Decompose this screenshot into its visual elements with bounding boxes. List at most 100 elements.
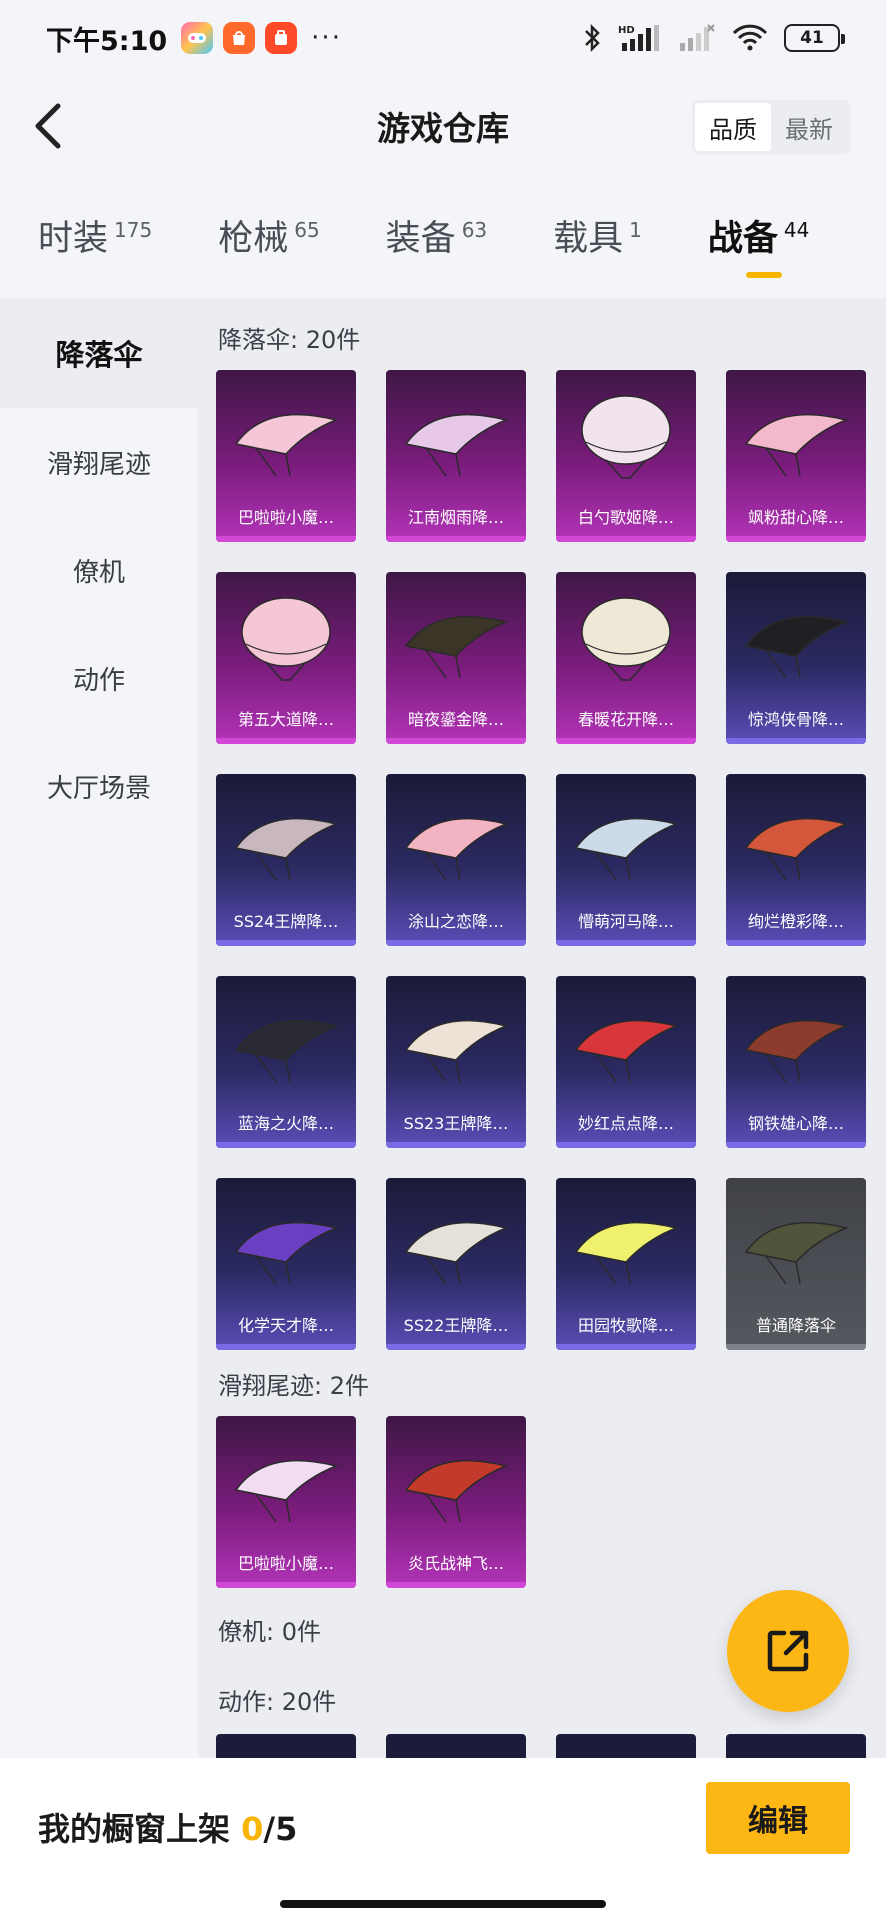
parachute-card[interactable]: 涂山之恋降… (386, 774, 526, 946)
showcase-total: /5 (263, 1810, 298, 1848)
tab-fashion[interactable]: 时装 175 (38, 200, 152, 280)
parachute-card[interactable]: 妙红点点降… (556, 976, 696, 1148)
parachute-thumbnail-icon (404, 413, 509, 477)
parachute-card-name: 绚烂橙彩降… (747, 912, 844, 931)
parachute-thumbnail-icon (574, 1221, 679, 1285)
emote-card[interactable] (726, 1734, 866, 1760)
category-tabs: 时装 175 枪械 65 装备 63 载具 1 战备 44 (0, 200, 886, 296)
parachute-card-name: 钢铁雄心降… (747, 1114, 844, 1133)
more-notifications-icon: ··· (311, 23, 342, 53)
parachute-card[interactable]: 飒粉甜心降… (726, 370, 866, 542)
parachute-card-name: 田园牧歌降… (577, 1316, 674, 1335)
app-root: 下午5:10 ··· HD 41 游戏仓库 品质 最新 时装 175 枪械 65… (0, 0, 886, 1920)
share-icon (767, 1630, 809, 1672)
signal-weak-icon (680, 24, 715, 51)
status-bar: 下午5:10 ··· HD 41 (0, 0, 886, 76)
parachute-thumbnail-icon (581, 395, 671, 479)
emote-card[interactable] (216, 1734, 356, 1760)
parachute-card[interactable]: 江南烟雨降… (386, 370, 526, 542)
parachute-card-name: 涂山之恋降… (407, 912, 504, 931)
sidebar-item-wingman[interactable]: 僚机 (0, 516, 198, 624)
parachute-card[interactable]: 巴啦啦小魔… (216, 370, 356, 542)
tab-battle-gear[interactable]: 战备 44 (708, 200, 809, 280)
parachute-card[interactable]: 白勺歌姬降… (556, 370, 696, 542)
section-title-parachute: 降落伞: 20件 (218, 326, 361, 354)
parachute-thumbnail-icon (404, 615, 509, 679)
parachute-thumbnail-icon (404, 1221, 509, 1285)
parachute-card-name: SS24王牌降… (233, 912, 339, 931)
sidebar-item-parachute[interactable]: 降落伞 (0, 298, 198, 408)
tab-vehicles[interactable]: 载具 1 (553, 200, 642, 280)
parachute-card[interactable]: SS23王牌降… (386, 976, 526, 1148)
glide-trail-grid: 巴啦啦小魔… 炎氏战神飞… (216, 1416, 866, 1588)
home-indicator[interactable] (280, 1900, 606, 1908)
parachute-card[interactable]: 第五大道降… (216, 572, 356, 744)
parachute-card[interactable]: 钢铁雄心降… (726, 976, 866, 1148)
parachute-card[interactable]: SS24王牌降… (216, 774, 356, 946)
sidebar-item-emote[interactable]: 动作 (0, 624, 198, 732)
parachute-thumbnail-icon (744, 1221, 849, 1285)
parachute-card[interactable]: 蓝海之火降… (216, 976, 356, 1148)
sidebar-item-lobby-scene[interactable]: 大厅场景 (0, 732, 198, 840)
parachute-thumbnail-icon (744, 1019, 849, 1083)
tab-count: 1 (629, 218, 642, 242)
parachute-thumbnail-icon (574, 817, 679, 881)
sidebar-item-glide-trail[interactable]: 滑翔尾迹 (0, 408, 198, 516)
parachute-card[interactable]: SS22王牌降… (386, 1178, 526, 1350)
bluetooth-icon (585, 23, 600, 53)
parachute-card[interactable]: 春暖花开降… (556, 572, 696, 744)
tab-label: 装备 (385, 219, 456, 259)
active-tab-indicator (745, 272, 782, 278)
emote-card[interactable] (386, 1734, 526, 1760)
parachute-thumbnail-icon (574, 1019, 679, 1083)
emote-grid (216, 1734, 866, 1760)
parachute-card-name: SS22王牌降… (403, 1316, 509, 1335)
parachute-card-name: 妙红点点降… (577, 1114, 674, 1133)
parachute-card-name: 惊鸿侠骨降… (747, 710, 844, 729)
status-right: HD 41 (582, 23, 845, 53)
parachute-card-name: 暗夜鎏金降… (407, 710, 504, 729)
glide-trail-card-name: 炎氏战神飞… (407, 1554, 504, 1573)
parachute-thumbnail-icon (234, 817, 339, 881)
parachute-thumbnail-icon (744, 615, 849, 679)
tab-label: 战备 (707, 219, 778, 259)
status-app-icons (181, 22, 298, 54)
sort-toggle: 品质 最新 (692, 100, 850, 154)
parachute-card-name: 化学天才降… (237, 1316, 334, 1335)
parachute-thumbnail-icon (744, 413, 849, 477)
back-button[interactable] (20, 98, 76, 154)
parachute-card[interactable]: 普通降落伞 (726, 1178, 866, 1350)
tab-weapons[interactable]: 枪械 65 (218, 200, 319, 280)
tab-label: 枪械 (218, 219, 289, 259)
status-time: 下午5:10 (46, 25, 168, 57)
store-app-icon (265, 22, 298, 54)
tab-equipment[interactable]: 装备 63 (386, 200, 487, 280)
parachute-card-name: 白勺歌姬降… (577, 508, 674, 527)
sort-option-latest[interactable]: 最新 (771, 103, 847, 151)
tab-count: 63 (461, 218, 488, 242)
parachute-thumbnail-icon (581, 597, 671, 681)
bottom-bar: 我的橱窗上架 0/5 编辑 (0, 1758, 886, 1920)
parachute-card[interactable]: 化学天才降… (216, 1178, 356, 1350)
glide-trail-card[interactable]: 炎氏战神飞… (386, 1416, 526, 1588)
parachute-thumbnail-icon (241, 597, 331, 681)
parachute-thumbnail-icon (234, 413, 339, 477)
parachute-card-name: SS23王牌降… (403, 1114, 509, 1133)
edit-button[interactable]: 编辑 (706, 1782, 850, 1854)
parachute-card-name: 蓝海之火降… (237, 1114, 334, 1133)
parachute-card[interactable]: 田园牧歌降… (556, 1178, 696, 1350)
parachute-card[interactable]: 懵萌河马降… (556, 774, 696, 946)
parachute-thumbnail-icon (744, 817, 849, 881)
parachute-grid: 巴啦啦小魔… 江南烟雨降… 白勺歌姬降… 飒粉甜心降… 第五大道降… 暗夜鎏金降… 春暖花开… (216, 370, 866, 1350)
glide-trail-card-name: 巴啦啦小魔… (237, 1554, 334, 1573)
emote-card[interactable] (556, 1734, 696, 1760)
parachute-card[interactable]: 绚烂橙彩降… (726, 774, 866, 946)
sort-option-quality[interactable]: 品质 (695, 103, 771, 151)
wifi-icon (732, 24, 768, 51)
parachute-card-name: 春暖花开降… (577, 710, 674, 729)
glide-trail-card[interactable]: 巴啦啦小魔… (216, 1416, 356, 1588)
shopping-app-icon (223, 22, 256, 54)
share-button[interactable] (727, 1590, 849, 1712)
parachute-card[interactable]: 暗夜鎏金降… (386, 572, 526, 744)
parachute-card[interactable]: 惊鸿侠骨降… (726, 572, 866, 744)
